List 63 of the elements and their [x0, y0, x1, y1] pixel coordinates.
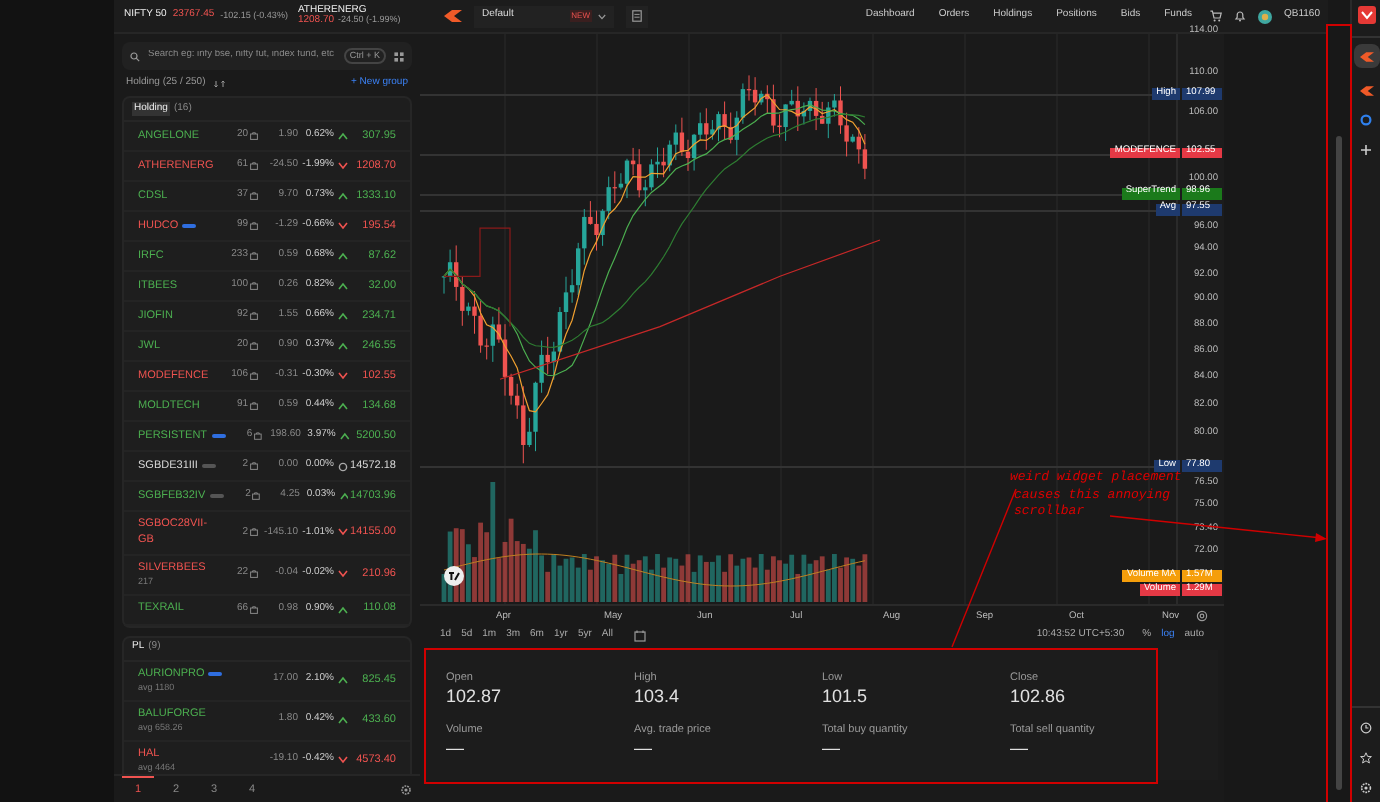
briefcase-icon [250, 252, 258, 260]
app-logo-icon[interactable] [1357, 6, 1375, 24]
briefcase-icon [250, 528, 258, 537]
calendar-icon[interactable] [634, 629, 647, 641]
up-chevron-icon [338, 312, 348, 320]
down-chevron-icon [338, 528, 348, 537]
quote-value: 102.86 [1010, 686, 1068, 709]
down-chevron-icon [338, 222, 348, 230]
briefcase-icon [250, 192, 258, 200]
kite-icon[interactable] [1359, 86, 1373, 96]
sidebar-app-button[interactable] [1353, 44, 1379, 68]
up-chevron-icon [338, 132, 348, 140]
briefcase-icon [250, 132, 258, 140]
kite-logo-icon[interactable] [444, 10, 462, 22]
up-chevron-icon [338, 716, 348, 724]
quote-value: — [634, 737, 654, 760]
up-chevron-icon [338, 192, 348, 200]
up-chevron-icon [339, 432, 350, 440]
briefcase-icon [250, 162, 258, 170]
kite-icon [1359, 51, 1373, 61]
briefcase-icon [250, 282, 258, 290]
briefcase-icon [250, 222, 258, 230]
down-chevron-icon [338, 570, 348, 578]
quote-value: 101.5 [822, 686, 870, 709]
sort-icon[interactable] [213, 79, 226, 87]
briefcase-icon [254, 432, 262, 440]
quote-value: 103.4 [634, 686, 682, 709]
briefcase-icon [250, 342, 258, 350]
clock-icon[interactable] [1360, 722, 1372, 734]
plus-icon[interactable] [1360, 144, 1372, 156]
up-chevron-icon [338, 282, 348, 290]
briefcase-icon [250, 570, 258, 578]
briefcase-icon [252, 492, 261, 500]
up-chevron-icon [338, 676, 348, 684]
quote-value: 102.87 [446, 686, 504, 709]
chart-logo-icon [444, 566, 464, 586]
briefcase-icon [250, 605, 258, 613]
grid-icon[interactable] [394, 51, 404, 61]
quote-value: — [822, 737, 842, 760]
up-chevron-icon [339, 492, 349, 500]
quote-value: — [1010, 737, 1030, 760]
supertrend-line [443, 227, 511, 328]
avatar-icon[interactable] [1258, 9, 1273, 23]
briefcase-icon [250, 312, 258, 320]
down-chevron-icon [338, 372, 348, 380]
quote-value: — [446, 737, 466, 760]
down-chevron-icon [338, 756, 348, 764]
star-icon[interactable] [1360, 752, 1372, 764]
cart-icon[interactable] [1210, 10, 1223, 22]
down-chevron-icon [338, 162, 348, 170]
up-chevron-icon [338, 605, 348, 613]
ring-icon[interactable] [1360, 114, 1372, 126]
scrollbar-thumb[interactable] [1336, 136, 1342, 790]
briefcase-icon [250, 402, 258, 410]
circle-icon [338, 461, 348, 471]
caret-icon [598, 13, 606, 19]
briefcase-icon [250, 372, 258, 380]
search-icon [130, 51, 140, 61]
briefcase-icon [250, 462, 258, 470]
up-chevron-icon [338, 342, 348, 350]
bell-icon[interactable] [1234, 10, 1247, 22]
up-chevron-icon [338, 402, 348, 410]
up-chevron-icon [338, 252, 348, 260]
